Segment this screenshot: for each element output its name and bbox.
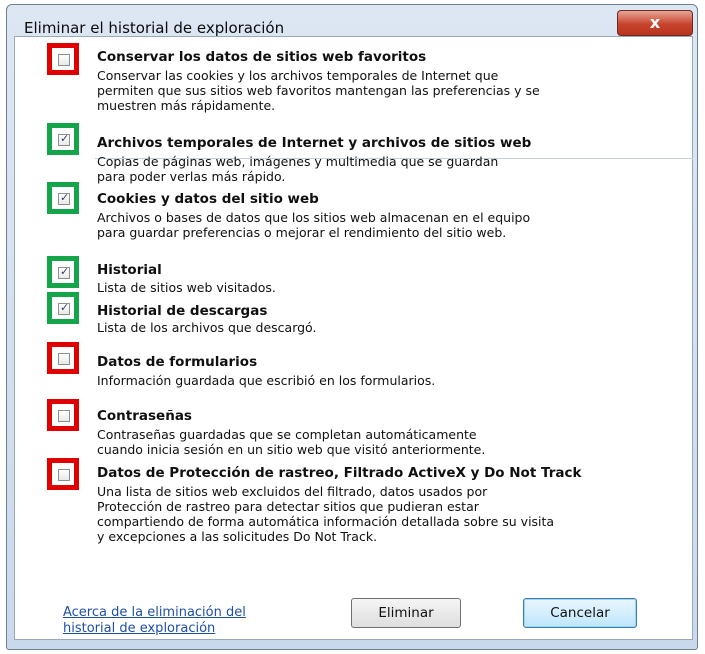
checkbox-datos-formularios[interactable]: [58, 353, 70, 365]
unchecked-highlight-box: [47, 458, 79, 490]
checked-highlight-box: ✓: [47, 256, 79, 288]
option-label: Historial de descargas: [97, 303, 268, 319]
option-label: Datos de formularios: [97, 354, 258, 370]
option-description: Copias de páginas web, imágenes y multim…: [97, 154, 499, 184]
option-description: Archivos o bases de datos que los sitios…: [97, 210, 531, 240]
delete-button[interactable]: Eliminar: [351, 598, 461, 628]
checkbox-historial[interactable]: ✓: [58, 265, 70, 279]
option-label: Historial: [97, 262, 162, 278]
checked-highlight-box: ✓: [47, 182, 79, 214]
option-description: Información guardada que escribió en los…: [97, 373, 436, 388]
close-button[interactable]: x: [617, 10, 693, 36]
checked-highlight-box: ✓: [47, 292, 79, 324]
about-deletion-link[interactable]: Acerca de la eliminación del historial d…: [63, 605, 293, 637]
unchecked-highlight-box: [47, 43, 79, 75]
checkbox-proteccion-rastreo[interactable]: [58, 469, 70, 481]
checkbox-historial-descargas[interactable]: ✓: [58, 301, 70, 315]
option-description: Una lista de sitios web excluidos del fi…: [97, 484, 555, 544]
dialog-title: Eliminar el historial de exploración: [24, 19, 285, 37]
cancel-button[interactable]: Cancelar: [523, 598, 637, 628]
option-description: Contraseñas guardadas que se completan a…: [97, 427, 486, 457]
option-label: Conservar los datos de sitios web favori…: [97, 49, 427, 65]
unchecked-highlight-box: [47, 399, 79, 431]
checked-highlight-box: ✓: [47, 123, 79, 155]
option-description: Conservar las cookies y los archivos tem…: [97, 68, 540, 113]
option-label: Cookies y datos del sitio web: [97, 191, 319, 207]
option-label: Archivos temporales de Internet y archiv…: [97, 135, 532, 151]
dialog-content: Conservar los datos de sitios web favori…: [14, 36, 693, 640]
checkbox-conservar-favoritos[interactable]: [58, 54, 70, 66]
option-label: Datos de Protección de rastreo, Filtrado…: [97, 465, 582, 481]
unchecked-highlight-box: [47, 342, 79, 374]
checkbox-cookies[interactable]: ✓: [58, 191, 70, 205]
option-label: Contraseñas: [97, 408, 192, 424]
checkbox-archivos-temporales[interactable]: ✓: [58, 132, 70, 146]
checkbox-contrasenas[interactable]: [58, 410, 70, 422]
option-description: Lista de los archivos que descargó.: [97, 320, 317, 335]
option-description: Lista de sitios web visitados.: [97, 280, 276, 295]
